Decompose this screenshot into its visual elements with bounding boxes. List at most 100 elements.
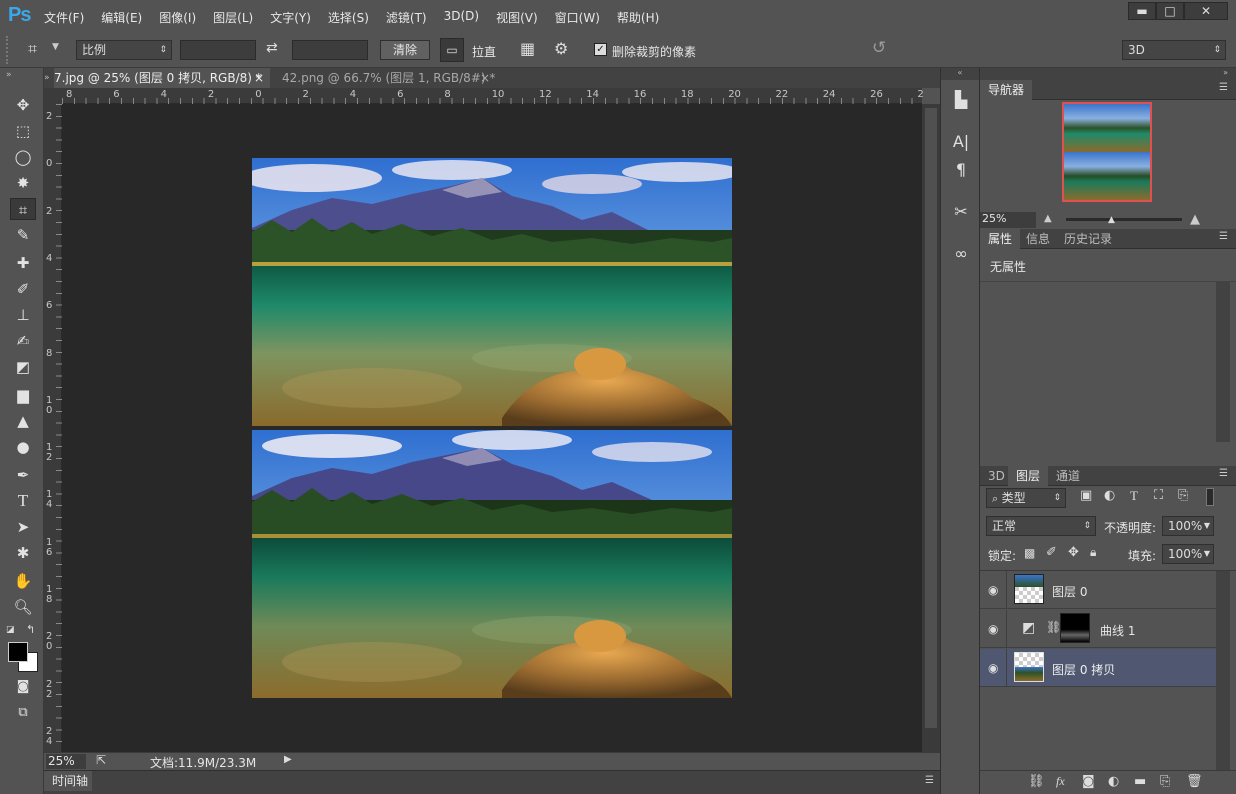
layer-filter-select[interactable]: ⌕ 类型 ⇕	[986, 488, 1066, 508]
collapse-dock-icon[interactable]: «	[941, 68, 979, 80]
layer-row-layer-0-copy[interactable]: ◉ 图层 0 拷贝	[980, 649, 1216, 687]
layer-row-curves-1[interactable]: ◉ ◩ ⛓ 曲线 1	[980, 610, 1216, 648]
menu-type[interactable]: 文字(Y)	[270, 9, 311, 26]
filter-adjustment-icon[interactable]: ◐	[1104, 488, 1115, 503]
maximize-button[interactable]: □	[1156, 2, 1184, 20]
lock-transparent-icon[interactable]: ▩	[1024, 546, 1035, 560]
visibility-eye-icon[interactable]: ◉	[988, 661, 1002, 675]
scroll-thumb[interactable]	[925, 108, 937, 728]
new-adjustment-icon[interactable]: ◐	[1108, 774, 1119, 789]
visibility-eye-icon[interactable]: ◉	[988, 622, 1002, 636]
crop-preset-icon[interactable]: ⌗	[28, 39, 37, 59]
tab-info[interactable]: 信息	[1018, 229, 1058, 249]
properties-scrollbar[interactable]	[1216, 282, 1230, 442]
zoom-out-icon[interactable]: ▲	[1044, 213, 1052, 224]
lasso-tool-icon[interactable]: ◯	[10, 146, 36, 168]
paragraph-icon[interactable]: ¶	[949, 158, 973, 182]
workspace-select[interactable]: 3D ⇕	[1122, 40, 1226, 60]
gear-icon[interactable]: ⚙	[554, 39, 568, 58]
minimize-button[interactable]: ▬	[1128, 2, 1156, 20]
opacity-input[interactable]: 100% ▼	[1162, 516, 1214, 536]
canvas-area[interactable]	[62, 104, 922, 752]
collapse-toolbox-icon[interactable]: »	[6, 70, 12, 80]
type-tool-icon[interactable]: T	[10, 490, 36, 512]
close-icon[interactable]: ×	[480, 68, 490, 88]
link-layers-icon[interactable]: ⛓	[1028, 774, 1045, 789]
reset-icon[interactable]: ↺	[872, 38, 886, 58]
default-colors-icon[interactable]: ◪	[6, 625, 15, 635]
vertical-scrollbar[interactable]	[922, 104, 940, 752]
swap-icon[interactable]: ⇄	[266, 40, 278, 56]
menu-file[interactable]: 文件(F)	[44, 9, 84, 26]
delete-layer-icon[interactable]: 🗑︎	[1186, 774, 1203, 789]
brush-tool-icon[interactable]: ✐	[10, 278, 36, 300]
zoom-field[interactable]: 25%	[46, 754, 86, 769]
filter-pixel-icon[interactable]: ▣	[1080, 488, 1092, 503]
swap-colors-icon[interactable]: ↰	[26, 623, 35, 636]
eyedropper-tool-icon[interactable]: ✎	[10, 224, 36, 246]
menu-view[interactable]: 视图(V)	[496, 9, 538, 26]
move-tool-icon[interactable]: ✥	[10, 94, 36, 116]
panel-menu-icon[interactable]: ☰	[1219, 82, 1228, 93]
link-chain-icon[interactable]: ⛓	[1046, 620, 1061, 634]
ratio-select[interactable]: 比例 ⇕	[76, 40, 172, 60]
crop-tool-icon[interactable]: ⌗	[10, 198, 36, 220]
zoom-in-icon[interactable]: ▲	[1190, 212, 1200, 227]
character-icon[interactable]: A|	[949, 130, 973, 154]
panel-menu-icon[interactable]: ☰	[925, 775, 934, 786]
path-selection-tool-icon[interactable]: ➤	[10, 516, 36, 538]
clear-button[interactable]: 清除	[380, 40, 430, 60]
pen-tool-icon[interactable]: ✒	[10, 464, 36, 486]
menu-help[interactable]: 帮助(H)	[617, 9, 659, 26]
new-group-icon[interactable]: ▬	[1134, 774, 1146, 789]
timeline-tab[interactable]: 时间轴	[44, 771, 92, 791]
tab-layers[interactable]: 图层	[1008, 466, 1049, 486]
tab-properties[interactable]: 属性	[980, 229, 1021, 249]
tab-navigator[interactable]: 导航器	[980, 80, 1033, 100]
lock-position-icon[interactable]: ✥	[1068, 545, 1079, 560]
menu-layer[interactable]: 图层(L)	[213, 9, 253, 26]
magic-wand-tool-icon[interactable]: ✸	[10, 172, 36, 194]
chevron-down-icon[interactable]: ▼	[52, 42, 59, 52]
close-icon[interactable]: ×	[254, 68, 264, 88]
marquee-tool-icon[interactable]: ⬚	[10, 120, 36, 142]
grid-overlay-icon[interactable]: ▦	[520, 39, 535, 58]
visibility-eye-icon[interactable]: ◉	[988, 583, 1002, 597]
panel-menu-icon[interactable]: ☰	[1219, 231, 1228, 242]
tool-presets-icon[interactable]: ✂	[949, 200, 973, 224]
options-grip[interactable]	[6, 36, 12, 64]
filter-toggle[interactable]	[1206, 488, 1214, 506]
navigator-zoom-field[interactable]: 25%	[980, 212, 1036, 228]
clone-stamp-tool-icon[interactable]: ⊥	[10, 304, 36, 326]
status-menu-arrow-icon[interactable]: ▶	[284, 754, 292, 765]
crop-height-input[interactable]	[292, 40, 368, 60]
navigator-preview[interactable]	[1062, 102, 1152, 202]
add-mask-icon[interactable]: ◙	[1082, 774, 1095, 789]
tab-history[interactable]: 历史记录	[1056, 229, 1120, 249]
slider-handle-icon[interactable]: ▲	[1108, 215, 1115, 225]
menu-edit[interactable]: 编辑(E)	[101, 9, 142, 26]
menu-window[interactable]: 窗口(W)	[555, 9, 600, 26]
layer-mask-thumbnail[interactable]	[1060, 613, 1090, 643]
zoom-tool-icon[interactable]: 🔍︎	[10, 596, 36, 618]
menu-select[interactable]: 选择(S)	[328, 9, 369, 26]
delete-cropped-checkbox[interactable]: ✓	[594, 43, 607, 56]
healing-brush-tool-icon[interactable]: ✚	[10, 252, 36, 274]
lock-image-icon[interactable]: ✐	[1046, 545, 1057, 560]
navigator-zoom-slider[interactable]	[1066, 218, 1182, 221]
quick-mask-icon[interactable]: ◙	[10, 676, 36, 698]
filter-smart-object-icon[interactable]: ⎘	[1178, 488, 1188, 503]
collapse-panels-icon[interactable]: »	[980, 68, 1236, 80]
horizontal-ruler[interactable]: 8 6 4 2 0 2 4 6 8 10 12 14 16 18 20 22 24 26 2	[62, 88, 924, 104]
history-brush-tool-icon[interactable]: ✍	[10, 330, 36, 352]
shape-tool-icon[interactable]: ✱	[10, 542, 36, 564]
vertical-ruler[interactable]: 2 0 2 4 6 8 1 0 1 2 1 4 1 6 1 8 2 0 2 2 2 4	[44, 104, 62, 752]
filter-shape-icon[interactable]: ⛶	[1154, 488, 1163, 503]
hand-tool-icon[interactable]: ✋	[10, 570, 36, 592]
tabs-scroll-icon[interactable]: »	[44, 68, 54, 88]
clone-source-icon[interactable]: ▙	[949, 88, 973, 112]
creative-cloud-icon[interactable]: ∞	[949, 242, 973, 266]
new-layer-icon[interactable]: ⎘	[1160, 774, 1170, 789]
crop-width-input[interactable]	[180, 40, 256, 60]
tab-channels[interactable]: 通道	[1048, 466, 1088, 486]
